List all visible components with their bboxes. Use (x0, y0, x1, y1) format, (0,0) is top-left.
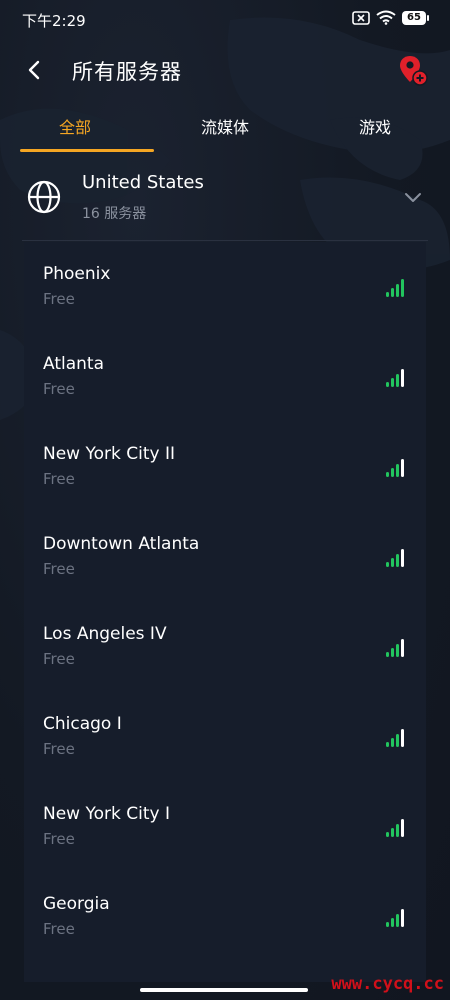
wifi-icon (376, 10, 396, 25)
battery-icon: 65 (402, 10, 429, 25)
signal-strength-icon (386, 549, 404, 567)
signal-strength-icon (386, 279, 404, 297)
server-item[interactable]: Chicago I Free (24, 692, 426, 782)
server-item[interactable]: Phoenix Free (24, 242, 426, 332)
server-name: Phoenix (43, 264, 111, 284)
signal-strength-icon (386, 459, 404, 477)
server-tier: Free (43, 920, 75, 938)
back-button[interactable] (20, 56, 48, 84)
server-name: New York City I (43, 804, 170, 824)
tab-gaming[interactable]: 游戏 (300, 104, 450, 154)
server-list: Phoenix Free Atlanta Free New York City … (24, 242, 426, 982)
page-title: 所有服务器 (72, 60, 182, 84)
tab-all[interactable]: 全部 (0, 104, 154, 154)
server-name: Downtown Atlanta (43, 534, 200, 554)
signal-strength-icon (386, 819, 404, 837)
server-tier: Free (43, 380, 75, 398)
country-group-header[interactable]: United States 16 服务器 (22, 166, 428, 241)
header: 所有服务器 (0, 44, 450, 98)
signal-strength-icon (386, 369, 404, 387)
server-tier: Free (43, 650, 75, 668)
watermark: www.cycq.cc (331, 974, 444, 994)
app-screen: 下午2:29 65 所有服务器 全部 流媒体 游戏 United States … (0, 0, 450, 1000)
sim-x-icon (352, 10, 370, 25)
signal-strength-icon (386, 729, 404, 747)
home-indicator[interactable] (140, 988, 308, 992)
server-name: Chicago I (43, 714, 122, 734)
server-tier: Free (43, 740, 75, 758)
server-item[interactable]: New York City II Free (24, 422, 426, 512)
chevron-left-icon (28, 60, 40, 80)
active-tab-indicator (20, 149, 154, 152)
globe-icon (27, 180, 61, 214)
server-item[interactable]: Los Angeles IV Free (24, 602, 426, 692)
status-bar: 下午2:29 65 (0, 0, 450, 38)
server-tier: Free (43, 470, 75, 488)
tab-streaming[interactable]: 流媒体 (150, 104, 300, 154)
tab-gaming-label: 游戏 (358, 118, 391, 137)
server-item[interactable]: Atlanta Free (24, 332, 426, 422)
server-name: Atlanta (43, 354, 104, 374)
server-tier: Free (43, 830, 75, 848)
tab-all-label: 全部 (58, 118, 91, 137)
chevron-down-icon[interactable] (404, 188, 422, 206)
status-time: 下午2:29 (22, 12, 86, 30)
server-tier: Free (43, 560, 75, 578)
server-name: New York City II (43, 444, 175, 464)
location-pin-plus-icon[interactable] (398, 54, 428, 88)
server-item[interactable]: Georgia Free (24, 872, 426, 962)
server-name: Georgia (43, 894, 110, 914)
status-icons: 65 (352, 10, 429, 25)
country-name: United States (82, 172, 204, 193)
tab-streaming-label: 流媒体 (200, 118, 249, 137)
signal-strength-icon (386, 639, 404, 657)
signal-strength-icon (386, 909, 404, 927)
category-tabs: 全部 流媒体 游戏 (0, 104, 450, 154)
server-name: Los Angeles IV (43, 624, 167, 644)
server-item[interactable]: New York City I Free (24, 782, 426, 872)
server-count: 16 服务器 (82, 206, 147, 222)
server-tier: Free (43, 290, 75, 308)
server-item[interactable]: Downtown Atlanta Free (24, 512, 426, 602)
